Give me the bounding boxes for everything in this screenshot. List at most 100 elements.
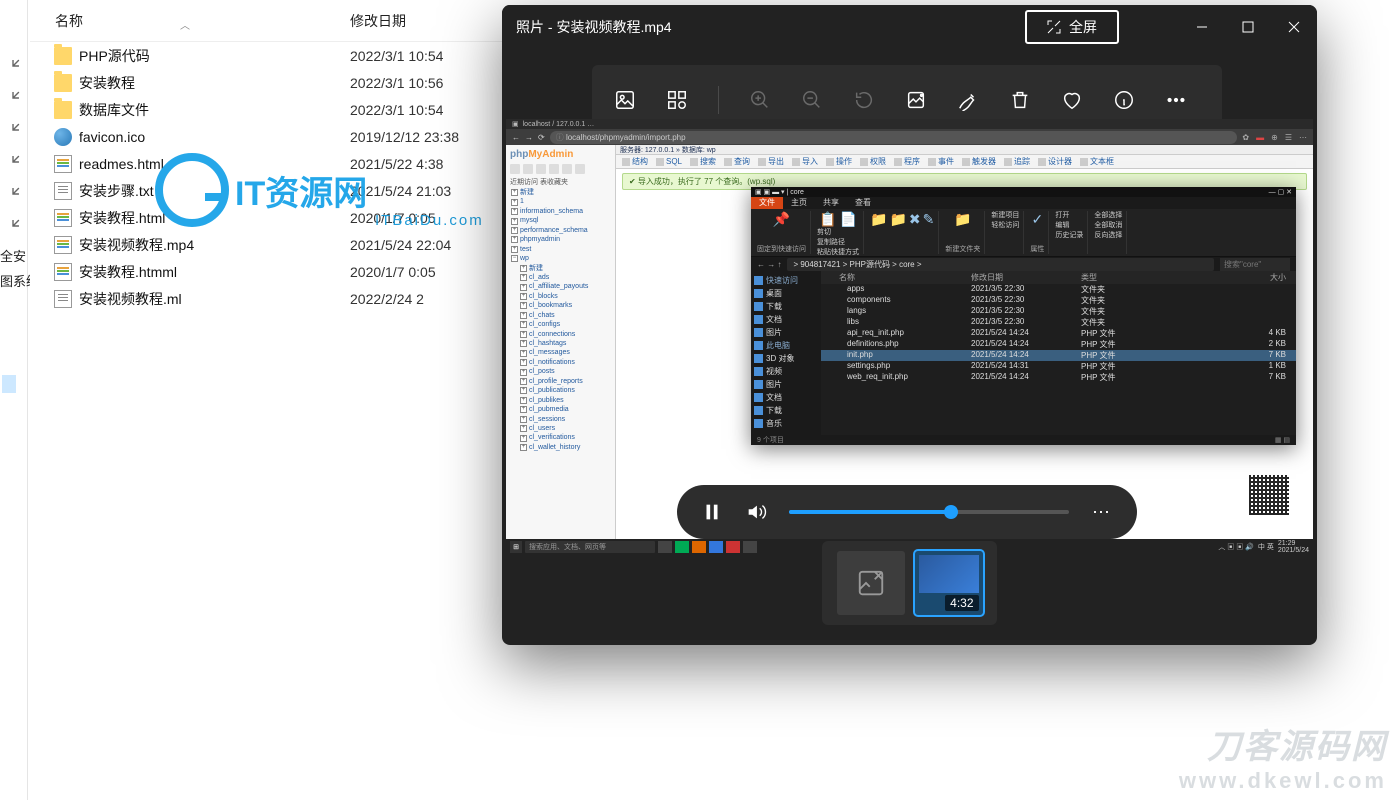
seek-thumb[interactable] [944,505,958,519]
fe-tree-item[interactable]: 音乐 [754,417,818,430]
fe-tree-item[interactable]: 下载 [754,404,818,417]
pma-menu-item[interactable]: 搜索 [690,156,716,167]
crop-icon[interactable] [905,89,927,111]
more-icon[interactable] [1165,89,1187,111]
fullscreen-button[interactable]: 全屏 [1025,10,1119,44]
fe-file-row[interactable]: api_req_init.php2021/5/24 14:24PHP 文件4 K… [821,328,1296,339]
fe-file-row[interactable]: libs2021/3/5 22:30文件夹 [821,317,1296,328]
playback-more-button[interactable]: ⋯ [1091,502,1113,523]
file-row[interactable]: 安装步骤.txt2021/5/24 21:03 [30,177,510,204]
file-row[interactable]: 数据库文件2022/3/1 10:54 [30,96,510,123]
info-icon[interactable] [1113,89,1135,111]
pma-menu-item[interactable]: SQL [656,157,682,166]
fe-tree-item[interactable]: 图片 [754,326,818,339]
pma-table-item[interactable]: + cl_sessions [508,415,613,424]
pma-table-item[interactable]: + cl_publikes [508,396,613,405]
back-icon[interactable]: ← [512,133,520,142]
pma-table-item[interactable]: + cl_bookmarks [508,301,613,310]
pma-table-item[interactable]: + cl_wallet_history [508,443,613,452]
pma-table-item[interactable]: + cl_profile_reports [508,377,613,386]
pma-table-item[interactable]: + cl_hashtags [508,339,613,348]
pma-db-item[interactable]: + information_schema [508,207,613,216]
pma-table-item[interactable]: + cl_publications [508,386,613,395]
fe-tree-item[interactable]: 图片 [754,378,818,391]
col-date-label[interactable]: 修改日期 [350,11,510,31]
fe-tree-item[interactable]: 下载 [754,300,818,313]
fe-tree-item[interactable]: 此电脑 [754,339,818,352]
pma-db-item[interactable]: + 新建 [508,188,613,197]
image-icon[interactable] [614,89,636,111]
pma-table-item[interactable]: + cl_blocks [508,292,613,301]
pma-sidebar[interactable]: phpMyAdmin 近期访问 表收藏夹 + 新建+ 1+ informatio… [506,145,616,541]
fe-tree-item[interactable]: 桌面 [754,287,818,300]
fe-tree-item[interactable]: 文档 [754,391,818,404]
fe-file-row[interactable]: definitions.php2021/5/24 14:24PHP 文件2 KB [821,339,1296,350]
file-row[interactable]: 安装教程.html2020/1/7 0:05 [30,204,510,231]
fe-ribbon[interactable]: 📌固定到快速访问 📋📄剪切复制路径粘贴快捷方式 📁📁✖✎ 📁新建文件夹 新建项目… [751,209,1296,257]
fe-tree[interactable]: 快速访问桌面下载文档图片此电脑3D 对象视频图片文档下载音乐 [751,271,821,435]
file-row[interactable]: 安装视频教程.mp42021/5/24 22:04 [30,231,510,258]
fe-tree-item[interactable]: 3D 对象 [754,352,818,365]
file-columns-header[interactable]: 名称︿ 修改日期 [30,0,510,42]
pma-menu[interactable]: 结构SQL搜索查询导出导入操作权限程序事件触发器追踪设计器文本框 [616,155,1313,169]
ribbon-tab[interactable]: 共享 [815,197,847,209]
pma-table-item[interactable]: + cl_ads [508,273,613,282]
browser-tab[interactable]: ▣ localhost / 127.0.0.1 … [506,119,1313,129]
pma-menu-item[interactable]: 事件 [928,156,954,167]
pma-menu-item[interactable]: 查询 [724,156,750,167]
pma-db-item[interactable]: + 1 [508,197,613,206]
file-row[interactable]: 安装教程.htmml2020/1/7 0:05 [30,258,510,285]
zoom-out-icon[interactable] [801,89,823,111]
taskbar-search[interactable]: 搜索应用、文档、网页等 [525,541,655,553]
fe-file-row[interactable]: init.php2021/5/24 14:24PHP 文件7 KB [821,350,1296,361]
pma-menu-item[interactable]: 权限 [860,156,886,167]
pma-db-item[interactable]: + phpmyadmin [508,235,613,244]
fe-navbar[interactable]: ← → ↑ > 904817421 > PHP源代码 > core > 搜索"c… [751,257,1296,271]
pma-db-item[interactable]: + performance_schema [508,226,613,235]
fe-file-list[interactable]: 名称 修改日期 类型 大小 apps2021/3/5 22:30文件夹compo… [821,271,1296,435]
pma-table-item[interactable]: + cl_messages [508,348,613,357]
fe-tree-item[interactable]: 快速访问 [754,274,818,287]
draw-icon[interactable] [957,89,979,111]
browser-urlbar[interactable]: ← → ⟳ ⓘ localhost/phpmyadmin/import.php … [506,129,1313,145]
pma-db-item[interactable]: + test [508,245,613,254]
thumbnail-missing[interactable] [837,551,905,615]
fe-file-row[interactable]: components2021/3/5 22:30文件夹 [821,295,1296,306]
pma-db-item[interactable]: − wp [508,254,613,263]
file-row[interactable]: PHP源代码2022/3/1 10:54 [30,42,510,69]
file-row[interactable]: 安装教程2022/3/1 10:56 [30,69,510,96]
ribbon-tab[interactable]: 查看 [847,197,879,209]
zoom-in-icon[interactable] [749,89,771,111]
fe-file-row[interactable]: apps2021/3/5 22:30文件夹 [821,284,1296,295]
ribbon-tab[interactable]: 主页 [783,197,815,209]
pma-table-item[interactable]: + 新建 [508,264,613,273]
file-row[interactable]: readmes.html2021/5/22 4:38 [30,150,510,177]
pma-table-item[interactable]: + cl_pubmedia [508,405,613,414]
fe-titlebar[interactable]: ▣ ▣ ▬ ▾ | core— ▢ ✕ [751,187,1296,197]
col-name-label[interactable]: 名称 [55,13,83,29]
photos-titlebar[interactable]: 照片 - 安装视频教程.mp4 全屏 [502,5,1317,49]
pma-table-item[interactable]: + cl_notifications [508,358,613,367]
reload-icon[interactable]: ⟳ [538,133,545,142]
pma-table-item[interactable]: + cl_posts [508,367,613,376]
pma-menu-item[interactable]: 导出 [758,156,784,167]
close-button[interactable] [1271,5,1317,49]
pma-db-item[interactable]: + mysql [508,216,613,225]
seek-bar[interactable] [789,510,1069,514]
fe-tree-item[interactable]: 视频 [754,365,818,378]
pma-menu-item[interactable]: 触发器 [962,156,996,167]
pause-button[interactable] [701,501,723,523]
start-button[interactable]: ⊞ [510,541,522,553]
pma-menu-item[interactable]: 文本框 [1080,156,1114,167]
pma-table-item[interactable]: + cl_verifications [508,433,613,442]
apps-icon[interactable] [666,89,688,111]
pma-menu-item[interactable]: 操作 [826,156,852,167]
favorite-icon[interactable] [1061,89,1083,111]
fe-file-row[interactable]: langs2021/3/5 22:30文件夹 [821,306,1296,317]
ribbon-tab[interactable]: 文件 [751,197,783,209]
fe-file-row[interactable]: web_req_init.php2021/5/24 14:24PHP 文件7 K… [821,372,1296,383]
rotate-icon[interactable] [853,89,875,111]
fe-file-row[interactable]: settings.php2021/5/24 14:31PHP 文件1 KB [821,361,1296,372]
fe-tree-item[interactable]: 文档 [754,313,818,326]
pma-table-item[interactable]: + cl_affiliate_payouts [508,282,613,291]
